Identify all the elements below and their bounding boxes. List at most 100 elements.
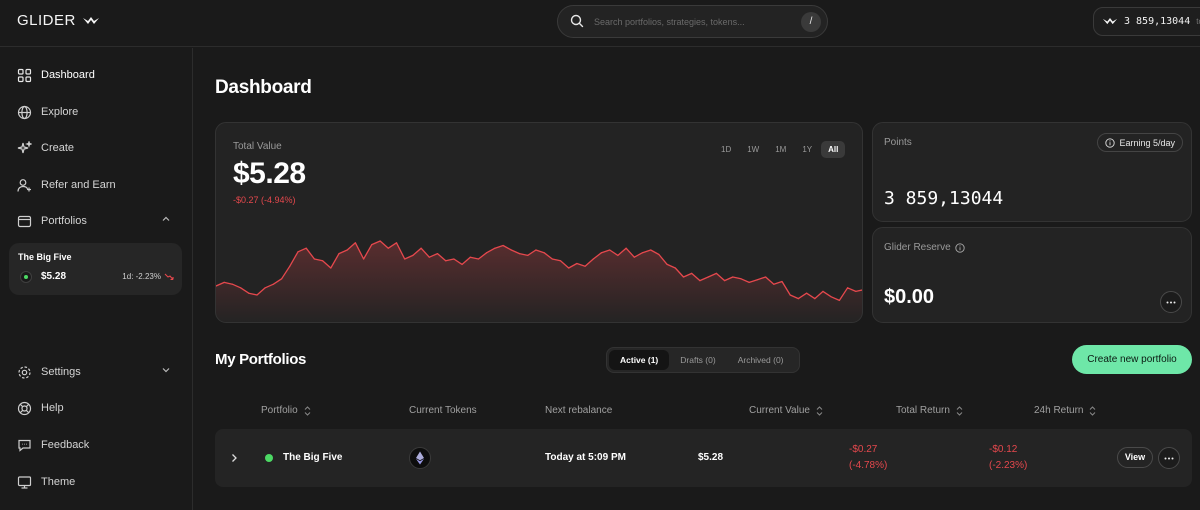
- range-option-1w[interactable]: 1W: [740, 141, 766, 158]
- chart-point: [445, 260, 447, 262]
- chart-point: [633, 256, 635, 258]
- range-option-1d[interactable]: 1D: [714, 141, 738, 158]
- sidebar-item-create[interactable]: Create: [17, 138, 74, 158]
- range-option-1y[interactable]: 1Y: [795, 141, 819, 158]
- sort-icon: [956, 405, 963, 416]
- points-card: Points Earning 5/day 3 859,13044: [872, 122, 1192, 222]
- sidebar-item-theme[interactable]: Theme: [17, 472, 75, 492]
- chart-point: [691, 272, 693, 274]
- chart-point: [625, 247, 627, 249]
- chart-point: [297, 251, 299, 253]
- header-points-pill[interactable]: 3 859,13044 total: [1093, 7, 1200, 36]
- chart-point: [568, 267, 570, 269]
- column-header-label: Portfolio: [261, 405, 298, 416]
- folder-icon: [17, 215, 32, 227]
- logo[interactable]: GLIDER: [17, 12, 100, 29]
- chart-point: [346, 249, 348, 251]
- top-bar: GLIDER / 3 859,13044 total: [0, 0, 1200, 47]
- chart-point: [650, 249, 652, 251]
- search-shortcut-key: /: [801, 12, 821, 32]
- more-horizontal-icon: [1166, 301, 1176, 303]
- sidebar: Dashboard Explore Create Refer and Earn …: [0, 48, 193, 510]
- chart-point: [781, 280, 783, 283]
- range-option-1m[interactable]: 1M: [768, 141, 793, 158]
- chart-point: [330, 267, 332, 269]
- chart-point: [420, 247, 422, 249]
- lifebuoy-icon: [17, 401, 32, 415]
- chart-point: [682, 276, 685, 278]
- chart-point: [363, 258, 365, 260]
- search-bar[interactable]: /: [557, 5, 828, 38]
- chart-point: [461, 263, 463, 265]
- column-header-portfolio[interactable]: Portfolio: [261, 405, 311, 416]
- grid-icon: [17, 68, 32, 82]
- chevron-right-icon[interactable]: [230, 453, 238, 463]
- sidebar-item-settings[interactable]: Settings: [17, 362, 177, 382]
- chart-point: [289, 265, 291, 267]
- chart-point: [510, 249, 512, 251]
- chevron-down-icon[interactable]: [161, 365, 171, 375]
- range-option-all[interactable]: All: [821, 141, 846, 158]
- chart-point: [248, 292, 250, 294]
- sidebar-item-explore[interactable]: Explore: [17, 102, 78, 122]
- tab-archived[interactable]: Archived (0): [727, 350, 795, 370]
- column-header-total-return[interactable]: Total Return: [896, 405, 963, 416]
- logo-text: GLIDER: [17, 12, 76, 29]
- chart-point: [797, 298, 800, 300]
- sidebar-item-help[interactable]: Help: [17, 398, 64, 418]
- sidebar-item-feedback[interactable]: Feedback: [17, 435, 89, 455]
- chart-point: [600, 252, 603, 254]
- view-button[interactable]: View: [1117, 447, 1153, 468]
- gear-icon: [18, 365, 31, 379]
- my-portfolios-title: My Portfolios: [215, 351, 307, 368]
- chart-point: [576, 262, 578, 265]
- row-portfolio-name[interactable]: The Big Five: [283, 452, 342, 463]
- sidebar-portfolio-name: The Big Five: [18, 252, 72, 262]
- monitor-icon: [17, 475, 32, 489]
- chart-point: [428, 256, 430, 258]
- chart-point: [592, 258, 594, 260]
- chart-point: [477, 258, 480, 260]
- sidebar-item-refer-and-earn[interactable]: Refer and Earn: [17, 175, 116, 195]
- reserve-more-button[interactable]: [1160, 291, 1182, 313]
- chart-point: [486, 252, 488, 254]
- sidebar-portfolio-card[interactable]: The Big Five $5.28 1d: -2.23%: [9, 243, 182, 295]
- chart-point: [617, 254, 619, 256]
- info-icon[interactable]: [955, 242, 965, 253]
- chart-point: [830, 296, 832, 298]
- chart-point: [223, 281, 225, 283]
- chart-point: [272, 283, 274, 285]
- chat-icon: [18, 439, 31, 452]
- column-header-label: 24h Return: [1034, 405, 1084, 416]
- sidebar-item-label: Refer and Earn: [41, 179, 116, 191]
- chevron-up-icon[interactable]: [161, 214, 171, 224]
- trend-down-icon: [164, 273, 174, 280]
- earning-badge[interactable]: Earning 5/day: [1097, 133, 1183, 152]
- sidebar-item-dashboard[interactable]: Dashboard: [17, 65, 95, 85]
- user-plus-icon: [17, 178, 31, 192]
- row-total-return-amount: -$0.27: [849, 444, 878, 455]
- column-header-24h-return[interactable]: 24h Return: [1034, 405, 1096, 416]
- tab-active[interactable]: Active (1): [609, 350, 670, 370]
- column-header-current-value[interactable]: Current Value: [749, 405, 823, 416]
- tab-drafts[interactable]: Drafts (0): [669, 350, 726, 370]
- chart-point: [756, 279, 759, 281]
- chart-point: [715, 272, 717, 274]
- chart-point: [371, 244, 373, 246]
- glider-reserve-card: Glider Reserve $0.00: [872, 227, 1192, 323]
- status-dot-icon: [20, 271, 32, 283]
- table-row[interactable]: The Big Five Today at 5:09 PM $5.28 -$0.…: [215, 429, 1192, 487]
- chart-point: [838, 299, 841, 301]
- reserve-label-text: Glider Reserve: [884, 242, 951, 253]
- create-portfolio-button[interactable]: Create new portfolio: [1072, 345, 1192, 374]
- row-total-return-percent: (-4.78%): [849, 460, 888, 471]
- chart-point: [436, 253, 439, 255]
- column-header-current-tokens: Current Tokens: [409, 405, 477, 416]
- header-points-suffix: total: [1196, 17, 1200, 26]
- search-input[interactable]: [594, 13, 794, 31]
- row-more-button[interactable]: [1158, 447, 1180, 469]
- sidebar-item-portfolios[interactable]: Portfolios: [17, 211, 177, 231]
- chart-point: [806, 292, 808, 294]
- chart-point: [707, 276, 709, 278]
- time-range-selector: 1D 1W 1M 1Y All: [714, 141, 846, 158]
